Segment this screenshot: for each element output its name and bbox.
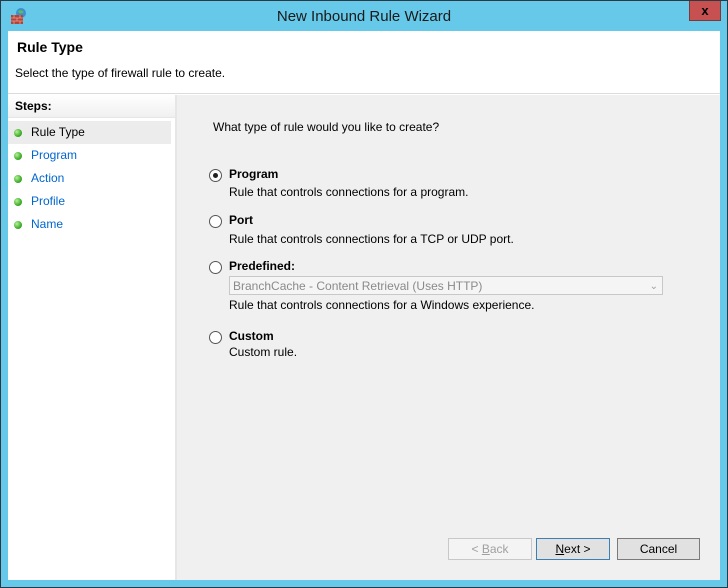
option-label[interactable]: Custom: [229, 329, 274, 343]
step-label: Action: [31, 171, 65, 185]
predefined-radio[interactable]: [209, 261, 222, 274]
port-radio[interactable]: [209, 215, 222, 228]
chevron-down-icon: ⌄: [649, 281, 658, 292]
step-label: Profile: [31, 194, 66, 208]
program-radio[interactable]: [209, 169, 222, 182]
next-accel: N: [555, 542, 565, 556]
step-rule-type[interactable]: Rule Type: [8, 121, 171, 144]
question-text: What type of rule would you like to crea…: [213, 120, 440, 134]
option-label[interactable]: Port: [229, 213, 253, 227]
wizard-client: Rule Type Select the type of firewall ru…: [8, 31, 720, 580]
predefined-dropdown[interactable]: BranchCache - Content Retrieval (Uses HT…: [229, 276, 663, 295]
option-description: Rule that controls connections for a pro…: [229, 185, 469, 199]
back-button[interactable]: < Back: [448, 538, 532, 560]
close-button[interactable]: x: [689, 1, 721, 21]
wizard-window: New Inbound Rule Wizard x Rule Type Sele…: [0, 0, 728, 588]
step-name[interactable]: Name: [8, 213, 171, 236]
steps-pane: Steps: Rule Type Program Action Profile …: [8, 95, 177, 580]
step-label: Name: [31, 217, 64, 231]
back-accel: B: [481, 542, 490, 556]
back-rest: ack: [489, 542, 509, 556]
steps-heading: Steps:: [8, 95, 175, 118]
page-title: Rule Type: [17, 39, 83, 55]
step-program[interactable]: Program: [8, 144, 171, 167]
option-label[interactable]: Predefined:: [229, 259, 295, 273]
page-subtitle: Select the type of firewall rule to crea…: [15, 66, 226, 80]
main-pane: What type of rule would you like to crea…: [177, 95, 720, 580]
option-description: Rule that controls connections for a TCP…: [229, 232, 514, 246]
title-bar[interactable]: New Inbound Rule Wizard x: [1, 1, 727, 31]
step-bullet-icon: [14, 129, 22, 137]
cancel-button[interactable]: Cancel: [617, 538, 700, 560]
step-profile[interactable]: Profile: [8, 190, 171, 213]
step-action[interactable]: Action: [8, 167, 171, 190]
step-bullet-icon: [14, 221, 22, 229]
next-button[interactable]: Next >: [536, 538, 610, 560]
window-title: New Inbound Rule Wizard: [276, 8, 452, 25]
step-bullet-icon: [14, 198, 22, 206]
dropdown-value: BranchCache - Content Retrieval (Uses HT…: [233, 279, 483, 293]
back-prefix: <: [471, 542, 482, 556]
custom-radio[interactable]: [209, 331, 222, 344]
option-description: Custom rule.: [229, 345, 298, 359]
wizard-header: Rule Type Select the type of firewall ru…: [8, 31, 720, 94]
next-rest: ext >: [564, 542, 591, 556]
option-label[interactable]: Program: [229, 167, 278, 181]
step-label: Rule Type: [31, 125, 85, 139]
step-bullet-icon: [14, 175, 22, 183]
step-label: Program: [31, 148, 78, 162]
option-description: Rule that controls connections for a Win…: [229, 298, 535, 312]
step-bullet-icon: [14, 152, 22, 160]
